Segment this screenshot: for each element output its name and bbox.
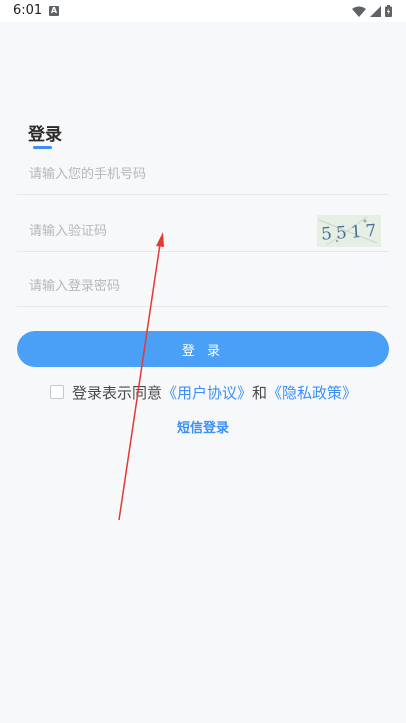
status-icons bbox=[352, 5, 392, 17]
phone-field-row bbox=[17, 155, 389, 195]
status-bar: 6:01 A bbox=[0, 0, 406, 22]
agreement-checkbox[interactable] bbox=[50, 385, 64, 399]
agreement-row: 登录表示同意 《用户协议》 和 《隐私政策》 bbox=[50, 382, 357, 402]
signal-icon bbox=[370, 5, 381, 17]
agreement-and: 和 bbox=[252, 383, 268, 402]
verification-code-input[interactable] bbox=[29, 220, 309, 242]
battery-icon bbox=[385, 5, 392, 17]
privacy-policy-link[interactable]: 《隐私政策》 bbox=[267, 382, 357, 403]
title-underline bbox=[33, 146, 52, 149]
sms-login-link[interactable]: 短信登录 bbox=[0, 417, 406, 436]
wifi-icon bbox=[352, 6, 366, 17]
captcha-image[interactable]: 5517 bbox=[317, 215, 381, 247]
status-time: 6:01 bbox=[13, 3, 43, 18]
user-agreement-link[interactable]: 《用户协议》 bbox=[162, 382, 252, 403]
password-field-row bbox=[17, 267, 389, 307]
notification-app-icon: A bbox=[49, 6, 59, 16]
login-button[interactable]: 登 录 bbox=[17, 331, 389, 367]
code-field-row: 5517 bbox=[17, 212, 389, 252]
password-input[interactable] bbox=[29, 275, 309, 297]
phone-input[interactable] bbox=[29, 163, 309, 185]
page-title: 登录 bbox=[28, 125, 62, 145]
agreement-prefix: 登录表示同意 bbox=[72, 383, 163, 402]
login-screen: 6:01 A 登录 请输入您的手机号码 请输入验证码 5517 登 录 登录表示… bbox=[0, 0, 406, 723]
captcha-graphic: 5517 bbox=[317, 215, 381, 247]
captcha-text: 5517 bbox=[321, 221, 381, 245]
